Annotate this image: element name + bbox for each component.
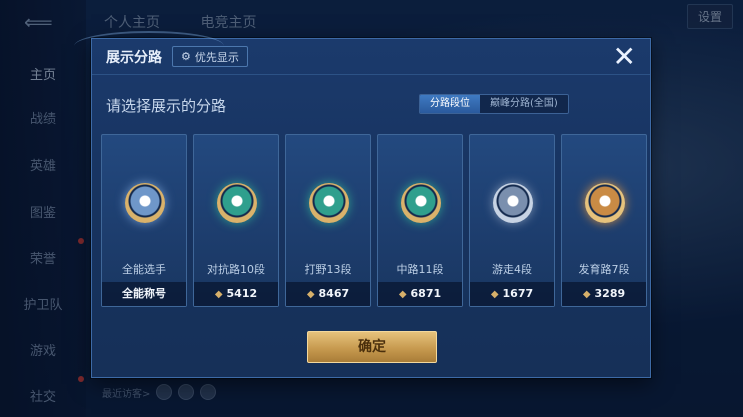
tab-peak-lane[interactable]: 巅峰分路(全国) (480, 95, 568, 113)
rank-points-icon: ◆ (582, 289, 591, 300)
select-prompt: 请选择展示的分路 (106, 97, 227, 115)
lane-card[interactable]: 游走4段 ◆ 1677 (469, 134, 555, 307)
lane-card-points: 6871 (410, 287, 442, 300)
lane-display-modal: 展示分路 ⚙ 优先显示 ✕ 请选择展示的分路 分路段位 巅峰分路(全国) 全能选… (74, 31, 651, 378)
lane-card[interactable]: 中路11段 ◆ 6871 (377, 134, 463, 307)
priority-display-button[interactable]: ⚙ 优先显示 (172, 46, 248, 67)
lane-card-value: ◆ 5412 (194, 282, 278, 306)
lane-cards: 全能选手 全能称号 对抗路10段 ◆ 5412 打野13段 ◆ 8467 中路11段 ◆ 6871 游… (101, 134, 647, 307)
gear-icon: ⚙ (181, 50, 191, 63)
farm-lane-icon (585, 183, 625, 223)
rank-points-icon: ◆ (398, 289, 407, 300)
lane-card-value: ◆ 1677 (470, 282, 554, 306)
lane-card-value: 全能称号 (102, 282, 186, 306)
clash-lane-icon (217, 183, 257, 223)
tab-lane-rank[interactable]: 分路段位 (420, 95, 480, 113)
close-icon[interactable]: ✕ (613, 41, 636, 73)
roam-icon (493, 183, 533, 223)
lane-card-points: 3289 (594, 287, 626, 300)
lane-card-label: 游走4段 (492, 263, 532, 276)
rank-points-icon: ◆ (214, 289, 223, 300)
lane-card-points: 8467 (318, 287, 350, 300)
lane-card-label: 全能选手 (122, 263, 166, 276)
lane-card-points: 全能称号 (122, 287, 166, 300)
lane-card-points: 1677 (502, 287, 534, 300)
lane-card[interactable]: 全能选手 全能称号 (101, 134, 187, 307)
lane-card-label: 对抗路10段 (207, 263, 265, 276)
rank-points-icon: ◆ (490, 289, 499, 300)
rank-points-icon: ◆ (306, 289, 315, 300)
lane-card-value: ◆ 6871 (378, 282, 462, 306)
modal-title: 展示分路 (106, 50, 162, 66)
modal-header: 展示分路 ⚙ 优先显示 ✕ (92, 39, 650, 75)
lane-card-points: 5412 (226, 287, 258, 300)
confirm-button[interactable]: 确定 (307, 331, 437, 363)
priority-label: 优先显示 (194, 50, 239, 64)
jungle-icon (309, 183, 349, 223)
all-rounder-icon (125, 183, 165, 223)
lane-card-label: 打野13段 (304, 263, 352, 276)
lane-card-label: 发育路7段 (578, 263, 630, 276)
lane-card-label: 中路11段 (396, 263, 444, 276)
lane-card[interactable]: 发育路7段 ◆ 3289 (561, 134, 647, 307)
lane-card[interactable]: 打野13段 ◆ 8467 (285, 134, 371, 307)
mid-lane-icon (401, 183, 441, 223)
lane-card-value: ◆ 8467 (286, 282, 370, 306)
lane-card-value: ◆ 3289 (562, 282, 646, 306)
lane-card[interactable]: 对抗路10段 ◆ 5412 (193, 134, 279, 307)
lane-type-toggle: 分路段位 巅峰分路(全国) (419, 94, 569, 114)
